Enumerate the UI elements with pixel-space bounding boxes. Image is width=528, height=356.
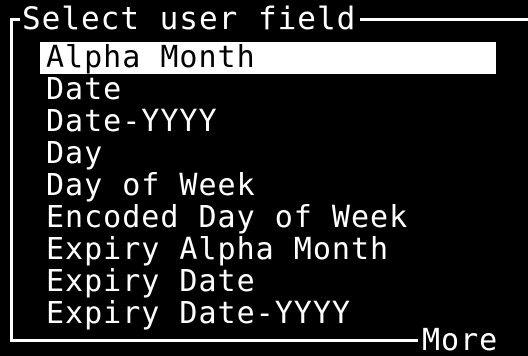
- select-user-field-screen: Select user field Alpha Month Date Date-…: [0, 0, 528, 356]
- user-field-list: Alpha Month Date Date-YYYY Day Day of We…: [40, 42, 522, 330]
- list-item-date[interactable]: Date: [40, 74, 522, 106]
- list-item-day[interactable]: Day: [40, 138, 522, 170]
- list-item-alpha-month[interactable]: Alpha Month: [40, 42, 496, 74]
- list-item-expiry-alpha-month[interactable]: Expiry Alpha Month: [40, 234, 522, 266]
- list-item-expiry-date[interactable]: Expiry Date: [40, 266, 522, 298]
- dialog-title: Select user field: [20, 0, 361, 38]
- frame-left-border: [10, 18, 13, 342]
- list-item-encoded-day-of-week[interactable]: Encoded Day of Week: [40, 202, 522, 234]
- list-item-date-yyyy[interactable]: Date-YYYY: [40, 106, 522, 138]
- frame-bottom-border: [10, 339, 418, 342]
- list-item-day-of-week[interactable]: Day of Week: [40, 170, 522, 202]
- more-indicator[interactable]: More: [418, 324, 499, 356]
